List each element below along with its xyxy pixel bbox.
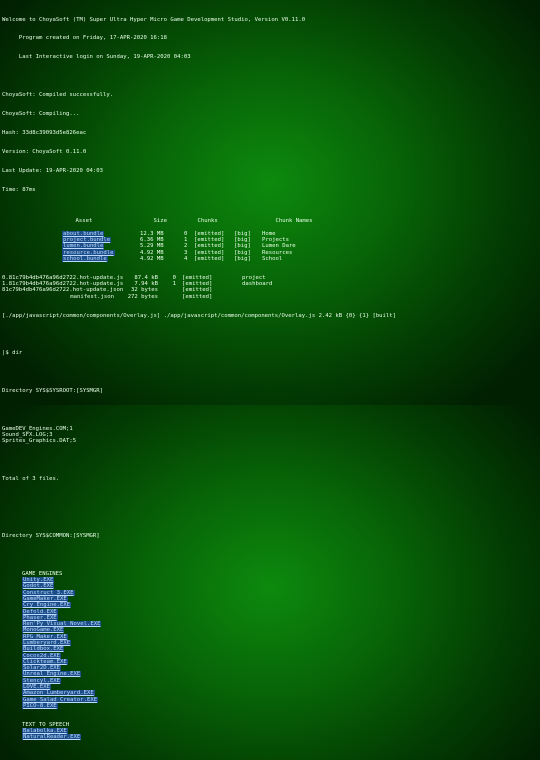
file-link[interactable]: Buildbox.EXE (22, 646, 65, 653)
file-link[interactable]: Unreal Engine.EXE (22, 671, 82, 678)
hot-update-file: manifest.json (70, 293, 114, 300)
file-link[interactable]: Ren'Py Visual Novel.EXE (22, 621, 102, 628)
file-link[interactable]: Clickteam.EXE (22, 658, 68, 665)
terminal-output: Welcome to ChoyaSoft (TM) Super Ultra Hy… (2, 4, 538, 760)
file-link[interactable]: Game Salad Creator.EXE (22, 696, 99, 703)
file-link[interactable]: Defold.EXE (22, 608, 58, 615)
file-link[interactable]: Solar2D.EXE (22, 665, 62, 672)
file-link[interactable]: PICO-8.EXE (22, 702, 58, 709)
col-chunks: Chunks (197, 218, 218, 225)
overlay-line: [./app/javascript/common/components/Over… (2, 312, 397, 319)
hot-update-size: 272 bytes (127, 293, 158, 300)
banner-line: Program created on Friday, 17-APR-2020 1… (2, 35, 168, 42)
banner-line: Welcome to ChoyaSoft (TM) Super Ultra Hy… (2, 16, 306, 23)
file-link[interactable]: Stencyl.EXE (22, 677, 62, 684)
compile-line: Time: 87ms (2, 186, 36, 193)
compile-line: Hash: 33d8c39093d5e826eac (2, 129, 87, 136)
asset-table-header: Asset Size Chunks Chunk Names (2, 212, 538, 224)
asset-name[interactable]: school.bundle (62, 255, 140, 263)
file-link[interactable]: Cocos2d.EXE (22, 652, 62, 659)
file-link[interactable]: Cry Engine.EXE (22, 602, 72, 609)
compile-line: ChoyaSoft: Compiling... (2, 111, 80, 118)
root-file-list: GameDEV_Engines.COM;1 Sound_SFX.LOG;3 Spri… (2, 426, 538, 445)
asset-link[interactable]: school.bundle (62, 255, 108, 263)
file-link[interactable]: GameMaker.EXE (22, 595, 68, 602)
compile-line: Version: ChoyaSoft 0.11.0 (2, 148, 87, 155)
asset-table: about.bundle 12.3 MB 0 [emitted] [big] Home pr… (2, 230, 538, 263)
asset-row: school.bundle 4.92 MB 4 [emitted] [big] Schoo… (2, 255, 538, 263)
banner-line: Last Interactive login on Sunday, 19-APR… (2, 54, 191, 61)
file-link[interactable]: NaturalReader.EXE (22, 734, 82, 741)
file-link[interactable]: Amazon Lumberyard.EXE (22, 690, 95, 697)
file-link[interactable]: RPG Maker.EXE (22, 633, 68, 640)
directory-common-heading: Directory SYS$COMMON:[SYSMGR] (2, 532, 100, 539)
col-asset: Asset (75, 218, 93, 225)
file-link[interactable]: Construct 3.EXE (22, 589, 75, 596)
directory-root-heading: Directory SYS$SYSROOT:[SYSMGR] (2, 388, 104, 395)
file-link[interactable]: Lumberyard.EXE (22, 639, 72, 646)
col-size: Size (153, 218, 167, 225)
hot-update-status: [emitted] (182, 293, 213, 300)
asset-size: 4.92 MB (140, 255, 164, 262)
asset-chunk-name: School (262, 255, 283, 262)
asset-flag: [big] (234, 255, 251, 262)
file-link[interactable]: Balabolka.EXE (22, 728, 68, 735)
file-link[interactable]: Phaser.EXE (22, 614, 58, 621)
file-link[interactable]: LOVE.EXE (22, 684, 51, 691)
asset-status: [emitted] (194, 255, 225, 262)
file-link[interactable]: Godot.EXE (22, 583, 55, 590)
command-prompt[interactable]: |$ dir (2, 350, 538, 356)
asset-chunk: 4 (184, 255, 188, 262)
root-file: Sprites_Graphics.DAT;5 (2, 438, 77, 445)
hot-update-name: dashboard (242, 281, 273, 288)
compile-line: ChoyaSoft: Compiled successfully. (2, 92, 114, 99)
compile-line: Last Update: 19-APR-2020 04:03 (2, 167, 104, 174)
directory-sections: GAME ENGINES Unity.EXE Godot.EXE Construct … (2, 571, 538, 754)
file-link[interactable]: MonoGame.EXE (22, 627, 65, 634)
total-files: Total of 3 files. (2, 476, 60, 483)
hot-update-row: manifest.json 272 bytes [emitted] (2, 294, 538, 300)
file-link[interactable]: Unity.EXE (22, 577, 55, 584)
hot-update-list: 0.81c79b4db476a96d2722.hot-update.js 87.4… (2, 275, 538, 300)
col-chunk-names: Chunk Names (275, 218, 313, 225)
